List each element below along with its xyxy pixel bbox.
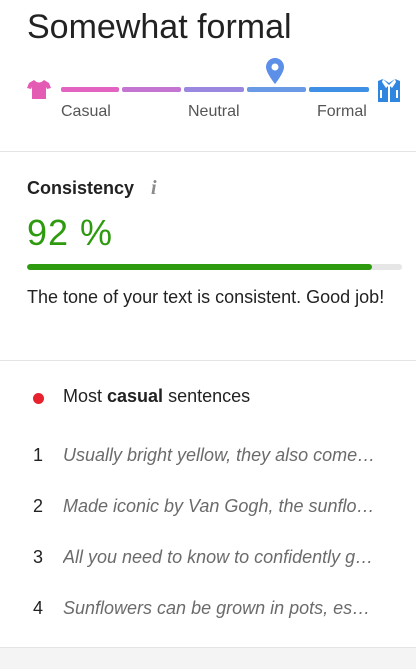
sentence-number: 4 <box>33 598 44 618</box>
panel-footer <box>0 647 416 669</box>
info-icon[interactable]: i <box>151 177 157 200</box>
scale-segment <box>184 87 244 92</box>
formal-shirt-icon <box>377 77 401 107</box>
casual-sentences-heading: Most casual sentences <box>63 386 250 407</box>
sentence-text: All you need to know to confidently g… <box>63 547 374 567</box>
consistency-message: The tone of your text is consistent. Goo… <box>27 287 385 307</box>
heading-prefix: Most <box>63 386 108 406</box>
sentence-item[interactable]: 2 Made iconic by Van Gogh, the sunflo… <box>0 494 416 522</box>
sentence-item[interactable]: 3 All you need to know to confidently g… <box>0 545 416 573</box>
sentence-text: Made iconic by Van Gogh, the sunflo… <box>63 496 375 516</box>
scale-segment <box>61 87 119 92</box>
heading-suffix: sentences <box>163 386 251 406</box>
tone-title: Somewhat formal <box>27 8 292 46</box>
sentence-number: 2 <box>33 496 44 516</box>
scale-segment <box>309 87 369 92</box>
sentence-number: 1 <box>33 445 44 465</box>
scale-label-casual: Casual <box>61 103 111 120</box>
divider <box>0 360 416 361</box>
sentence-number: 3 <box>33 547 44 567</box>
scale-label-formal: Formal <box>317 103 367 120</box>
sentence-item[interactable]: 4 Sunflowers can be grown in pots, es… <box>0 596 416 624</box>
consistency-title: Consistency <box>27 178 135 198</box>
heading-emphasis: casual <box>107 386 164 406</box>
divider <box>0 151 416 152</box>
location-pin-icon <box>266 58 284 89</box>
casual-indicator-dot <box>33 393 44 404</box>
scale-segment <box>122 87 181 92</box>
sentence-text: Sunflowers can be grown in pots, es… <box>63 598 371 618</box>
consistency-progress-fill <box>27 264 372 270</box>
consistency-progress-bar <box>27 264 402 270</box>
casual-shirt-icon <box>27 79 51 104</box>
sentence-item[interactable]: 1 Usually bright yellow, they also come… <box>0 443 416 471</box>
consistency-percent: 92 % <box>27 212 114 253</box>
scale-label-neutral: Neutral <box>188 103 240 120</box>
sentence-text: Usually bright yellow, they also come… <box>63 445 376 465</box>
